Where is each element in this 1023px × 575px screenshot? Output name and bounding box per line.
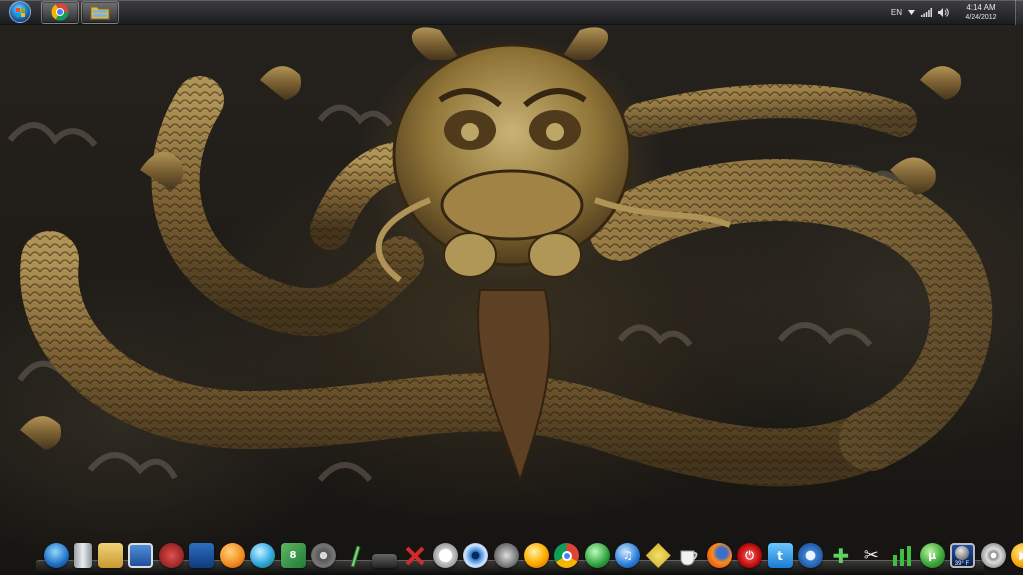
blue-gear-icon[interactable] (797, 543, 823, 568)
firefox-icon[interactable] (706, 543, 732, 568)
orange-ball-icon[interactable] (524, 543, 549, 568)
tools-icon[interactable] (402, 543, 427, 568)
sketch-icon[interactable] (645, 543, 671, 568)
scanner-icon[interactable] (371, 554, 397, 568)
wallpaper-dragon (0, 0, 1023, 575)
windows-start-icon[interactable] (44, 543, 69, 568)
play-button-icon[interactable]: ▶ (1011, 543, 1023, 568)
clock-time: 4:14 AM (966, 2, 996, 12)
power-icon[interactable]: ⏻ (737, 543, 763, 568)
volume-icon[interactable] (938, 8, 949, 17)
eye-icon[interactable] (463, 543, 489, 568)
system-tray: EN 4:14 AM 4/24/2012 (891, 0, 1023, 25)
film-reel-icon[interactable] (310, 543, 336, 568)
music-note-icon[interactable]: ♫ (615, 543, 641, 568)
clock[interactable]: 4:14 AM 4/24/2012 (955, 3, 1007, 23)
green-cross-icon[interactable]: ✚ (828, 543, 853, 568)
show-desktop-button[interactable] (1015, 0, 1023, 25)
folder-icon (90, 6, 110, 20)
taskbar-chrome-button[interactable] (41, 0, 79, 24)
reel-icon[interactable] (980, 543, 1006, 568)
documents-folder-icon[interactable] (97, 543, 123, 568)
recycle-bin-icon[interactable] (74, 543, 93, 568)
weather-moon-icon (955, 546, 969, 560)
scissors-icon[interactable]: ✂ (859, 543, 884, 568)
picture-viewer-icon[interactable] (189, 543, 215, 568)
coffee-cup-icon[interactable] (676, 543, 701, 568)
language-indicator[interactable]: EN (891, 8, 902, 17)
clock-date: 4/24/2012 (965, 13, 997, 21)
weather-temperature: 39° F (954, 561, 970, 567)
theater-masks-icon[interactable] (493, 543, 519, 568)
chart-bars-icon[interactable] (889, 543, 914, 568)
chrome-icon (51, 3, 69, 21)
tray-arrow-icon[interactable] (908, 10, 915, 15)
taskbar-explorer-button[interactable] (81, 0, 119, 24)
twitter-icon[interactable]: t (767, 543, 793, 568)
globe-icon[interactable] (584, 543, 610, 568)
computer-icon[interactable] (128, 543, 154, 568)
safari-icon[interactable] (432, 543, 458, 568)
desktop[interactable] (0, 0, 1023, 575)
pen-tool-icon[interactable] (341, 543, 366, 568)
start-button[interactable] (1, 1, 39, 24)
media-player-icon[interactable] (158, 543, 184, 568)
dock: 8 ♫ ⏻ t ✚ ✂ µ ▶ (36, 536, 1023, 575)
taskbar: EN 4:14 AM 4/24/2012 (0, 0, 1023, 25)
windows-logo-icon (9, 1, 31, 23)
dock-icons: 8 ♫ ⏻ t ✚ ✂ µ ▶ (44, 538, 1023, 568)
media-center-icon[interactable] (250, 543, 276, 568)
firefox-orange-icon[interactable] (219, 543, 245, 568)
windows-8-icon[interactable]: 8 (280, 543, 306, 568)
chrome-icon[interactable] (554, 543, 580, 568)
utorrent-icon[interactable]: µ (919, 543, 945, 568)
weather-widget[interactable]: 39° F (948, 546, 976, 568)
network-signal-icon[interactable] (921, 8, 932, 17)
